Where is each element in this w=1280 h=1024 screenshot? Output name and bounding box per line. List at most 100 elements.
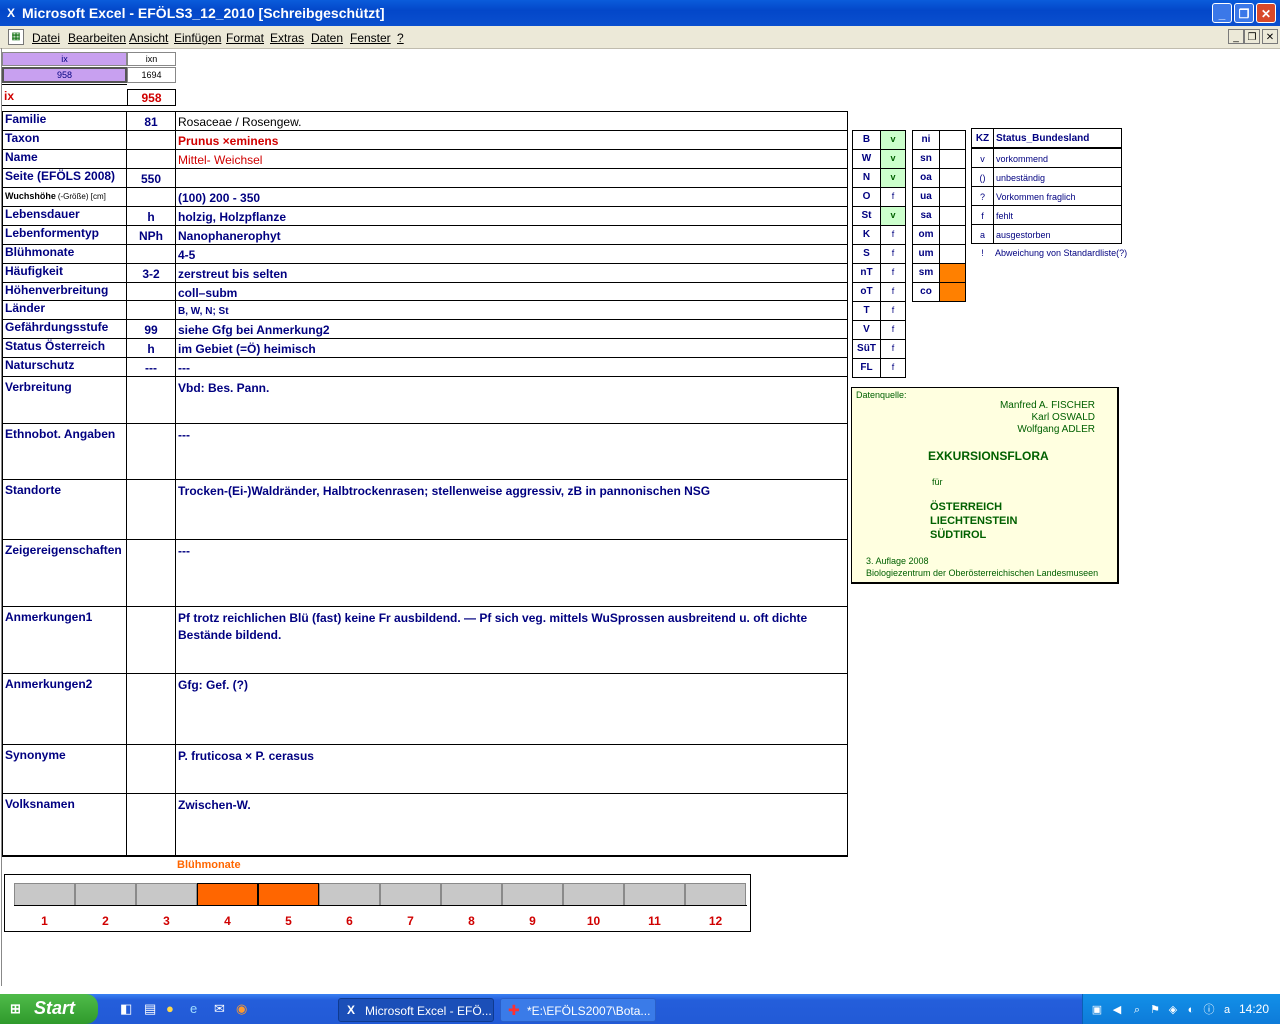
altitude-mark-8[interactable] — [939, 282, 966, 302]
legend-kz-3[interactable]: f — [971, 205, 994, 225]
legend-text-4[interactable]: ausgestorben — [993, 224, 1122, 244]
big-row-code-3[interactable] — [126, 539, 176, 607]
big-row-label-7[interactable]: Volksnamen — [2, 793, 127, 856]
quicklaunch-mail-icon[interactable]: ✉ — [214, 1001, 225, 1017]
menu-help[interactable]: ? — [397, 31, 404, 45]
big-row-value-0[interactable]: Vbd: Bes. Pann. — [175, 376, 848, 424]
state-status-4[interactable]: v — [880, 206, 906, 226]
ixn-header-cell[interactable]: ixn — [127, 52, 176, 66]
legend-title[interactable]: Status_Bundesland — [993, 128, 1122, 148]
row-value-1[interactable]: Prunus ×eminens — [175, 130, 848, 150]
volume-icon[interactable]: ◀ — [1110, 1003, 1124, 1017]
ixn-value-cell[interactable]: 1694 — [127, 67, 176, 83]
state-code-3[interactable]: O — [852, 187, 881, 207]
quicklaunch-firefox-icon[interactable]: ◉ — [236, 1001, 247, 1017]
menu-fenster[interactable]: Fenster — [350, 31, 391, 45]
task-explorer[interactable]: *E:\EFÖLS2007\Bota... — [500, 998, 656, 1022]
minimize-button[interactable]: _ — [1212, 3, 1232, 23]
state-status-1[interactable]: v — [880, 149, 906, 169]
row-code-3[interactable]: 550 — [126, 168, 176, 188]
legend-text-5[interactable]: Abweichung von Standardliste(?) — [993, 243, 1143, 263]
big-row-code-7[interactable] — [126, 793, 176, 856]
big-row-label-1[interactable]: Ethnobot. Angaben — [2, 423, 127, 480]
clock[interactable]: 14:20 — [1239, 1002, 1269, 1016]
big-row-label-4[interactable]: Anmerkungen1 — [2, 606, 127, 674]
altitude-mark-7[interactable] — [939, 263, 966, 283]
altitude-code-0[interactable]: ni — [912, 130, 940, 150]
big-row-label-5[interactable]: Anmerkungen2 — [2, 673, 127, 745]
security-icon[interactable]: ⚑ — [1148, 1003, 1162, 1017]
restore-button[interactable]: ❐ — [1234, 3, 1254, 23]
excel-app-icon[interactable]: X — [4, 6, 18, 20]
altitude-code-1[interactable]: sn — [912, 149, 940, 169]
row-value-6[interactable]: Nanophanerophyt — [175, 225, 848, 245]
altitude-code-2[interactable]: oa — [912, 168, 940, 188]
quicklaunch-ie-icon[interactable]: e — [190, 1001, 197, 1016]
row-value-9[interactable]: coll–subm — [175, 282, 848, 301]
network-icon[interactable]: ▣ — [1090, 1003, 1104, 1017]
state-status-6[interactable]: f — [880, 244, 906, 264]
state-status-9[interactable]: f — [880, 301, 906, 321]
row-label-12[interactable]: Status Österreich — [2, 338, 127, 358]
row-label-11[interactable]: Gefährdungsstufe — [2, 319, 127, 339]
big-row-code-5[interactable] — [126, 673, 176, 745]
antivirus-icon[interactable]: a — [1220, 1003, 1234, 1017]
row-code-1[interactable] — [126, 130, 176, 150]
row-code-13[interactable]: --- — [126, 357, 176, 377]
row-code-4[interactable] — [126, 187, 176, 207]
shield-icon[interactable]: ◈ — [1166, 1003, 1180, 1017]
row-value-12[interactable]: im Gebiet (=Ö) heimisch — [175, 338, 848, 358]
altitude-mark-1[interactable] — [939, 149, 966, 169]
menu-bearbeiten[interactable]: Bearbeiten — [68, 31, 126, 45]
state-code-6[interactable]: S — [852, 244, 881, 264]
state-code-5[interactable]: K — [852, 225, 881, 245]
row-value-10[interactable]: B, W, N; St — [175, 300, 848, 320]
big-row-value-3[interactable]: --- — [175, 539, 848, 607]
info-icon[interactable]: ⓘ — [1202, 1003, 1216, 1017]
altitude-code-6[interactable]: um — [912, 244, 940, 264]
quicklaunch-folder-icon[interactable]: ▤ — [144, 1001, 156, 1017]
doc-restore-button[interactable]: ❐ — [1244, 29, 1260, 44]
state-code-4[interactable]: St — [852, 206, 881, 226]
row-code-6[interactable]: NPh — [126, 225, 176, 245]
big-row-label-0[interactable]: Verbreitung — [2, 376, 127, 424]
altitude-code-7[interactable]: sm — [912, 263, 940, 283]
state-code-0[interactable]: B — [852, 130, 881, 150]
legend-text-1[interactable]: unbeständig — [993, 167, 1122, 187]
row-label-10[interactable]: Länder — [2, 300, 127, 320]
row-label-6[interactable]: Lebenformentyp — [2, 225, 127, 245]
big-row-label-3[interactable]: Zeigereigenschaften — [2, 539, 127, 607]
legend-text-3[interactable]: fehlt — [993, 205, 1122, 225]
menu-daten[interactable]: Daten — [311, 31, 343, 45]
row-value-4[interactable]: (100) 200 - 350 — [175, 187, 848, 207]
row-code-12[interactable]: h — [126, 338, 176, 358]
big-row-code-2[interactable] — [126, 479, 176, 540]
big-row-value-5[interactable]: Gfg: Gef. (?) — [175, 673, 848, 745]
row-code-0[interactable]: 81 — [126, 111, 176, 131]
altitude-code-4[interactable]: sa — [912, 206, 940, 226]
big-row-label-2[interactable]: Standorte — [2, 479, 127, 540]
big-row-value-4[interactable]: Pf trotz reichlichen Blü (fast) keine Fr… — [175, 606, 848, 674]
altitude-code-8[interactable]: co — [912, 282, 940, 302]
row-code-9[interactable] — [126, 282, 176, 301]
state-code-7[interactable]: nT — [852, 263, 881, 283]
start-button[interactable]: ⊞ Start — [0, 994, 98, 1024]
row-value-3[interactable] — [175, 168, 848, 188]
row-label-3[interactable]: Seite (EFÖLS 2008) — [2, 168, 127, 188]
big-row-code-1[interactable] — [126, 423, 176, 480]
big-row-value-6[interactable]: P. fruticosa × P. cerasus — [175, 744, 848, 794]
state-code-9[interactable]: T — [852, 301, 881, 321]
altitude-mark-4[interactable] — [939, 206, 966, 226]
state-status-10[interactable]: f — [880, 320, 906, 340]
close-button[interactable]: ✕ — [1256, 3, 1276, 23]
workbook-icon[interactable]: ▦ — [8, 29, 24, 45]
data-source-box[interactable]: Datenquelle: Manfred A. FISCHER Karl OSW… — [851, 387, 1119, 584]
row-label-7[interactable]: Blühmonate — [2, 244, 127, 264]
altitude-mark-3[interactable] — [939, 187, 966, 207]
menu-ansicht[interactable]: Ansicht — [129, 31, 168, 45]
altitude-mark-6[interactable] — [939, 244, 966, 264]
row-code-11[interactable]: 99 — [126, 319, 176, 339]
state-status-5[interactable]: f — [880, 225, 906, 245]
menu-format[interactable]: Format — [226, 31, 264, 45]
state-status-11[interactable]: f — [880, 339, 906, 359]
